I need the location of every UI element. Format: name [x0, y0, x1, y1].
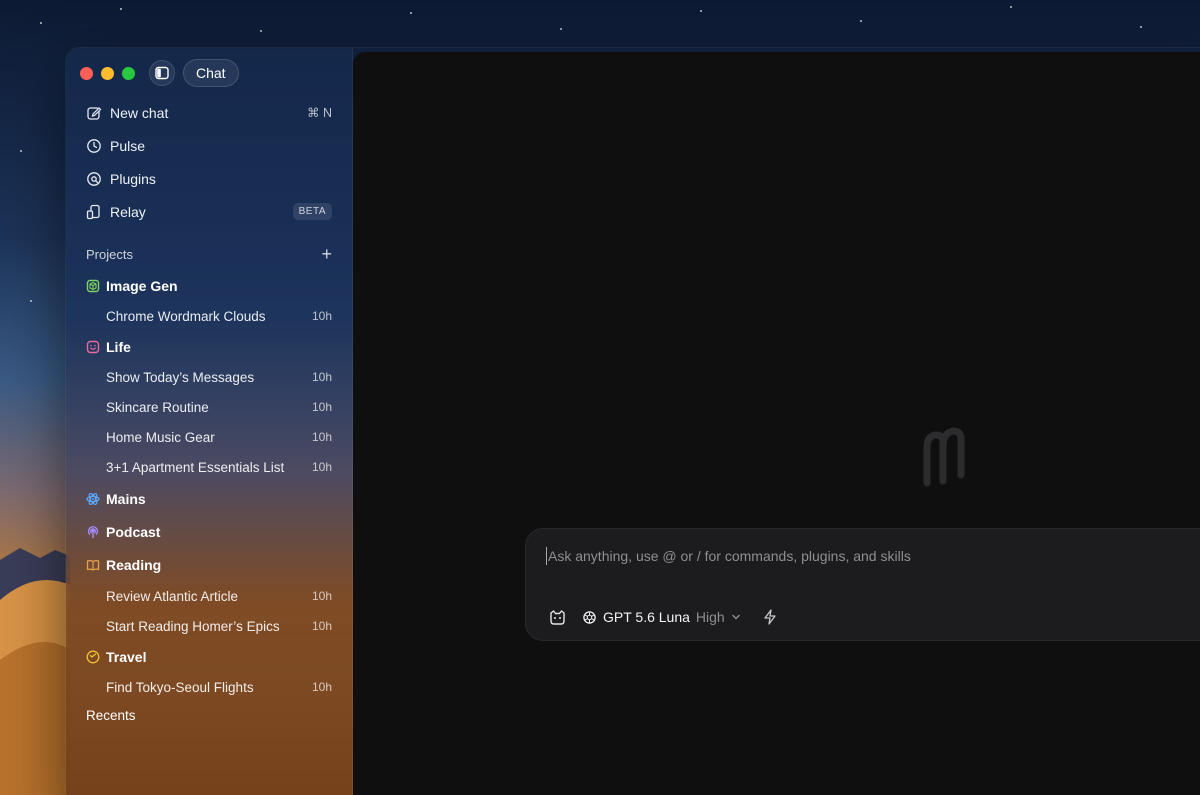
relay-icon: [86, 204, 100, 219]
thread-item[interactable]: Skincare Routine 10h: [78, 392, 340, 422]
project-name: Travel: [106, 648, 147, 665]
sidebar-item-plugins[interactable]: Plugins: [78, 162, 340, 195]
attach-button[interactable]: [548, 608, 566, 626]
thread-title: Show Today’s Messages: [106, 369, 255, 385]
thread-title: Skincare Routine: [106, 399, 209, 415]
project-life[interactable]: Life: [78, 331, 340, 362]
recents-header[interactable]: Recents: [86, 708, 332, 723]
thread-title: Review Atlantic Article: [106, 588, 239, 604]
model-name: GPT 5.6 Luna: [603, 609, 690, 625]
chevron-down-icon: [732, 614, 740, 620]
projects-list: Image Gen Chrome Wordmark Clouds 10h Lif…: [78, 270, 340, 702]
thread-time: 10h: [311, 370, 332, 384]
pulse-label: Pulse: [110, 137, 146, 154]
beta-badge: BETA: [292, 203, 332, 220]
project-name: Life: [106, 338, 131, 355]
close-window-button[interactable]: [80, 66, 93, 80]
project-mains[interactable]: Mains: [78, 482, 340, 515]
new-chat-button[interactable]: New chat ⌘ N: [78, 96, 340, 129]
thread-title: Start Reading Homer’s Epics: [106, 618, 280, 634]
add-project-button[interactable]: +: [321, 244, 332, 265]
thread-title: Home Music Gear: [106, 429, 215, 445]
sidebar-icon: [155, 66, 169, 80]
app-window: Chat New chat ⌘ N Pulse Plugins Relay BE…: [66, 48, 1200, 795]
edit-icon: [87, 106, 102, 120]
titlebar: Chat: [80, 59, 239, 87]
openai-icon: [583, 610, 596, 624]
thread-time: 10h: [311, 680, 332, 694]
relay-label: Relay: [110, 203, 146, 220]
podcast-icon: [87, 525, 99, 538]
thread-title: Chrome Wordmark Clouds: [106, 308, 266, 324]
clock-icon: [87, 138, 101, 153]
project-name: Image Gen: [106, 277, 178, 294]
project-image-gen[interactable]: Image Gen: [78, 270, 340, 301]
thread-time: 10h: [311, 309, 332, 323]
thread-item[interactable]: Start Reading Homer’s Epics 10h: [78, 611, 340, 641]
sidebar-nav: New chat ⌘ N Pulse Plugins Relay BETA: [78, 96, 340, 228]
message-composer: Ask anything, use @ or / for commands, p…: [525, 528, 1200, 641]
thread-time: 10h: [311, 460, 332, 474]
sidebar-item-relay[interactable]: Relay BETA: [78, 195, 340, 228]
compass-icon: [86, 650, 100, 663]
cube-icon: [86, 279, 100, 292]
project-name: Podcast: [106, 523, 161, 540]
speed-mode-button[interactable]: [761, 608, 779, 626]
thread-item[interactable]: Chrome Wordmark Clouds 10h: [78, 301, 340, 331]
thread-time: 10h: [311, 619, 332, 633]
project-name: Mains: [106, 490, 146, 507]
desktop-dunes: [0, 548, 70, 795]
thread-item[interactable]: Home Music Gear 10h: [78, 422, 340, 452]
message-input[interactable]: Ask anything, use @ or / for commands, p…: [546, 547, 1200, 565]
app-logo-icon: [923, 427, 965, 487]
thread-item[interactable]: 3+1 Apartment Essentials List 10h: [78, 452, 340, 482]
thread-time: 10h: [311, 430, 332, 444]
thread-item[interactable]: Review Atlantic Article 10h: [78, 581, 340, 611]
new-chat-label: New chat: [110, 104, 169, 121]
smile-icon: [86, 340, 100, 353]
thread-item[interactable]: Show Today’s Messages 10h: [78, 362, 340, 392]
model-selector[interactable]: GPT 5.6 Luna High: [582, 609, 741, 625]
projects-header: Projects +: [86, 244, 332, 265]
sidebar: Chat New chat ⌘ N Pulse Plugins Relay BE…: [66, 48, 353, 795]
thread-title: Find Tokyo-Seoul Flights: [106, 679, 254, 695]
thread-title: 3+1 Apartment Essentials List: [106, 459, 285, 475]
lightning-icon: [764, 609, 776, 625]
new-chat-shortcut: ⌘ N: [307, 106, 332, 120]
effort-level: High: [695, 609, 725, 625]
composer-toolbar: GPT 5.6 Luna High: [548, 608, 779, 626]
project-reading[interactable]: Reading: [78, 548, 340, 581]
project-travel[interactable]: Travel: [78, 641, 340, 672]
project-podcast[interactable]: Podcast: [78, 515, 340, 548]
cat-icon: [549, 609, 565, 625]
thread-time: 10h: [311, 400, 332, 414]
recents-heading: Recents: [86, 708, 136, 723]
plugins-label: Plugins: [110, 170, 156, 187]
thread-item[interactable]: Find Tokyo-Seoul Flights 10h: [78, 672, 340, 702]
sidebar-item-pulse[interactable]: Pulse: [78, 129, 340, 162]
minimize-window-button[interactable]: [101, 66, 114, 80]
thread-time: 10h: [311, 589, 332, 603]
zoom-window-button[interactable]: [122, 66, 135, 80]
toggle-sidebar-button[interactable]: [149, 60, 175, 86]
plugins-icon: [87, 171, 101, 186]
chat-mode-pill[interactable]: Chat: [183, 59, 239, 87]
book-icon: [86, 559, 100, 571]
project-name: Reading: [106, 556, 162, 573]
projects-heading: Projects: [86, 247, 133, 262]
chat-main-area: Ask anything, use @ or / for commands, p…: [353, 52, 1200, 795]
atom-icon: [86, 492, 100, 505]
